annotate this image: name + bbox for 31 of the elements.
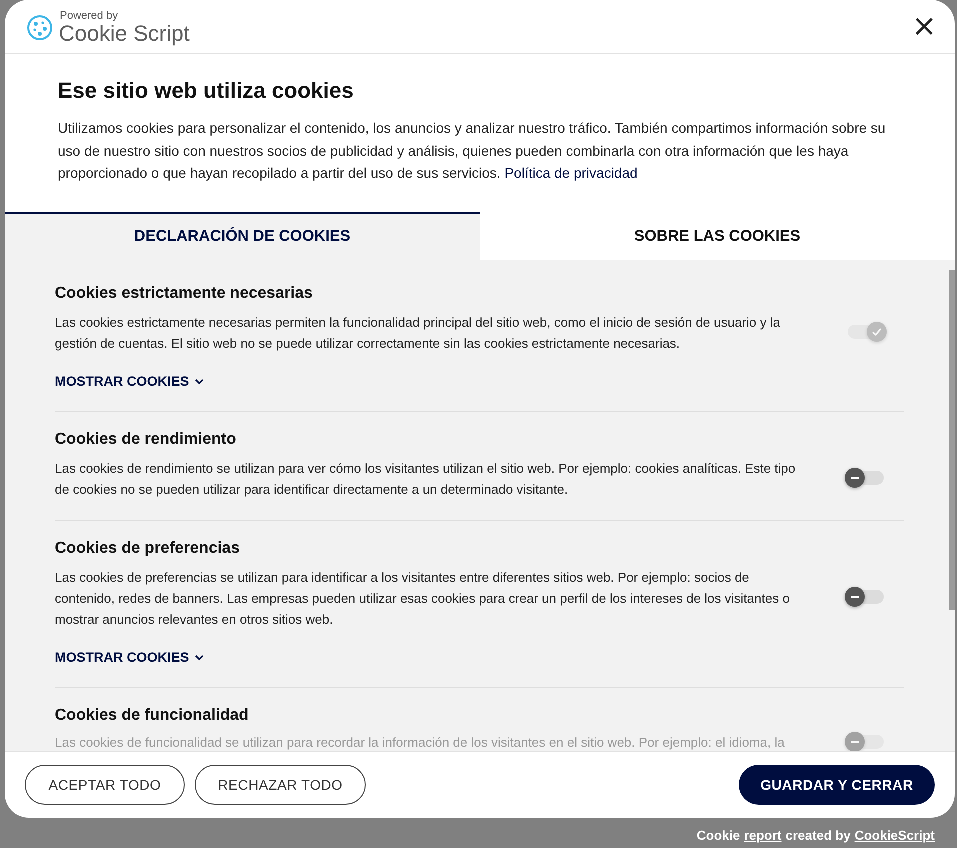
scrollbar-thumb[interactable] bbox=[949, 270, 955, 610]
report-link[interactable]: report bbox=[744, 828, 782, 843]
brand-name: Cookie Script bbox=[59, 22, 190, 44]
privacy-policy-link[interactable]: Política de privacidad bbox=[504, 165, 638, 181]
chevron-down-icon bbox=[195, 378, 204, 384]
category-title: Cookies estrictamente necesarias bbox=[55, 285, 314, 303]
close-button[interactable]: × bbox=[908, 12, 941, 42]
category-title: Cookies de funcionalidad bbox=[55, 707, 250, 725]
cookiescript-link[interactable]: CookieScript bbox=[854, 828, 935, 843]
powered-by-label: Powered by bbox=[60, 10, 120, 22]
tab[interactable]: DECLARACIÓN DE COOKIES bbox=[5, 212, 480, 260]
consent-button[interactable]: RECHAZAR TODO bbox=[195, 765, 366, 805]
toggle-switch[interactable] bbox=[848, 734, 884, 748]
category-description: Las cookies estrictamente necesarias permiten la funcionalidad principal del sitio web, como el inicio de sesión de usuario y la gestión de cuentas. El sitio web no se puede utilizar correctamente sin las cookies estrictamente necesarias. bbox=[55, 314, 782, 353]
category-description: Las cookies de rendimiento se utilizan para ver cómo los visitantes utilizan el sitio web. Por ejemplo: cookies analíticas. Este tipo de cookies no se pueden utilizar para identificar directamente a un determinado visitante. bbox=[55, 460, 797, 499]
category-title: Cookies de preferencias bbox=[55, 540, 241, 558]
category-description: Las cookies de preferencias se utilizan para identificar a los visitantes entre diferentes sitios web. Por ejemplo: socios de contenido, redes de banners. Las empresas pueden utilizar esas cookies para crear un perfil de los intereses de los visitantes o mostrar anuncios relevantes en otros sitios web. bbox=[55, 569, 791, 629]
save-button[interactable]: GUARDAR Y CERRAR bbox=[739, 765, 935, 805]
chevron-down-icon bbox=[195, 654, 204, 660]
credit-text: created by bbox=[786, 828, 851, 843]
dialog-title: Ese sitio web utiliza cookies bbox=[58, 78, 355, 104]
category-description: Las cookies de funcionalidad se utilizan para recordar la información de los visitantes en el sitio web. Por ejemplo: el idioma, la bbox=[55, 734, 786, 751]
toggle-switch[interactable] bbox=[848, 470, 884, 484]
consent-button[interactable]: ACEPTAR TODO bbox=[25, 765, 185, 805]
credit-text: Cookie bbox=[696, 828, 740, 843]
category-title: Cookies de rendimiento bbox=[55, 431, 238, 449]
toggle-switch[interactable] bbox=[848, 590, 884, 604]
cookie-icon bbox=[27, 14, 53, 40]
show-cookies-link[interactable]: MOSTRAR COOKIES bbox=[55, 650, 204, 665]
intro-text: Utilizamos cookies para personalizar el contenido, los anuncios y analizar nuestro tráfico. También compartimos información sobre su uso de nuestro sitio con nuestros socios de publicidad y análisis, quienes pueden combinarla con otra información que les haya proporcionado o que hayan recopilado a partir del uso de sus servicios. Política de privacidad bbox=[58, 119, 887, 183]
check-icon bbox=[871, 326, 883, 338]
